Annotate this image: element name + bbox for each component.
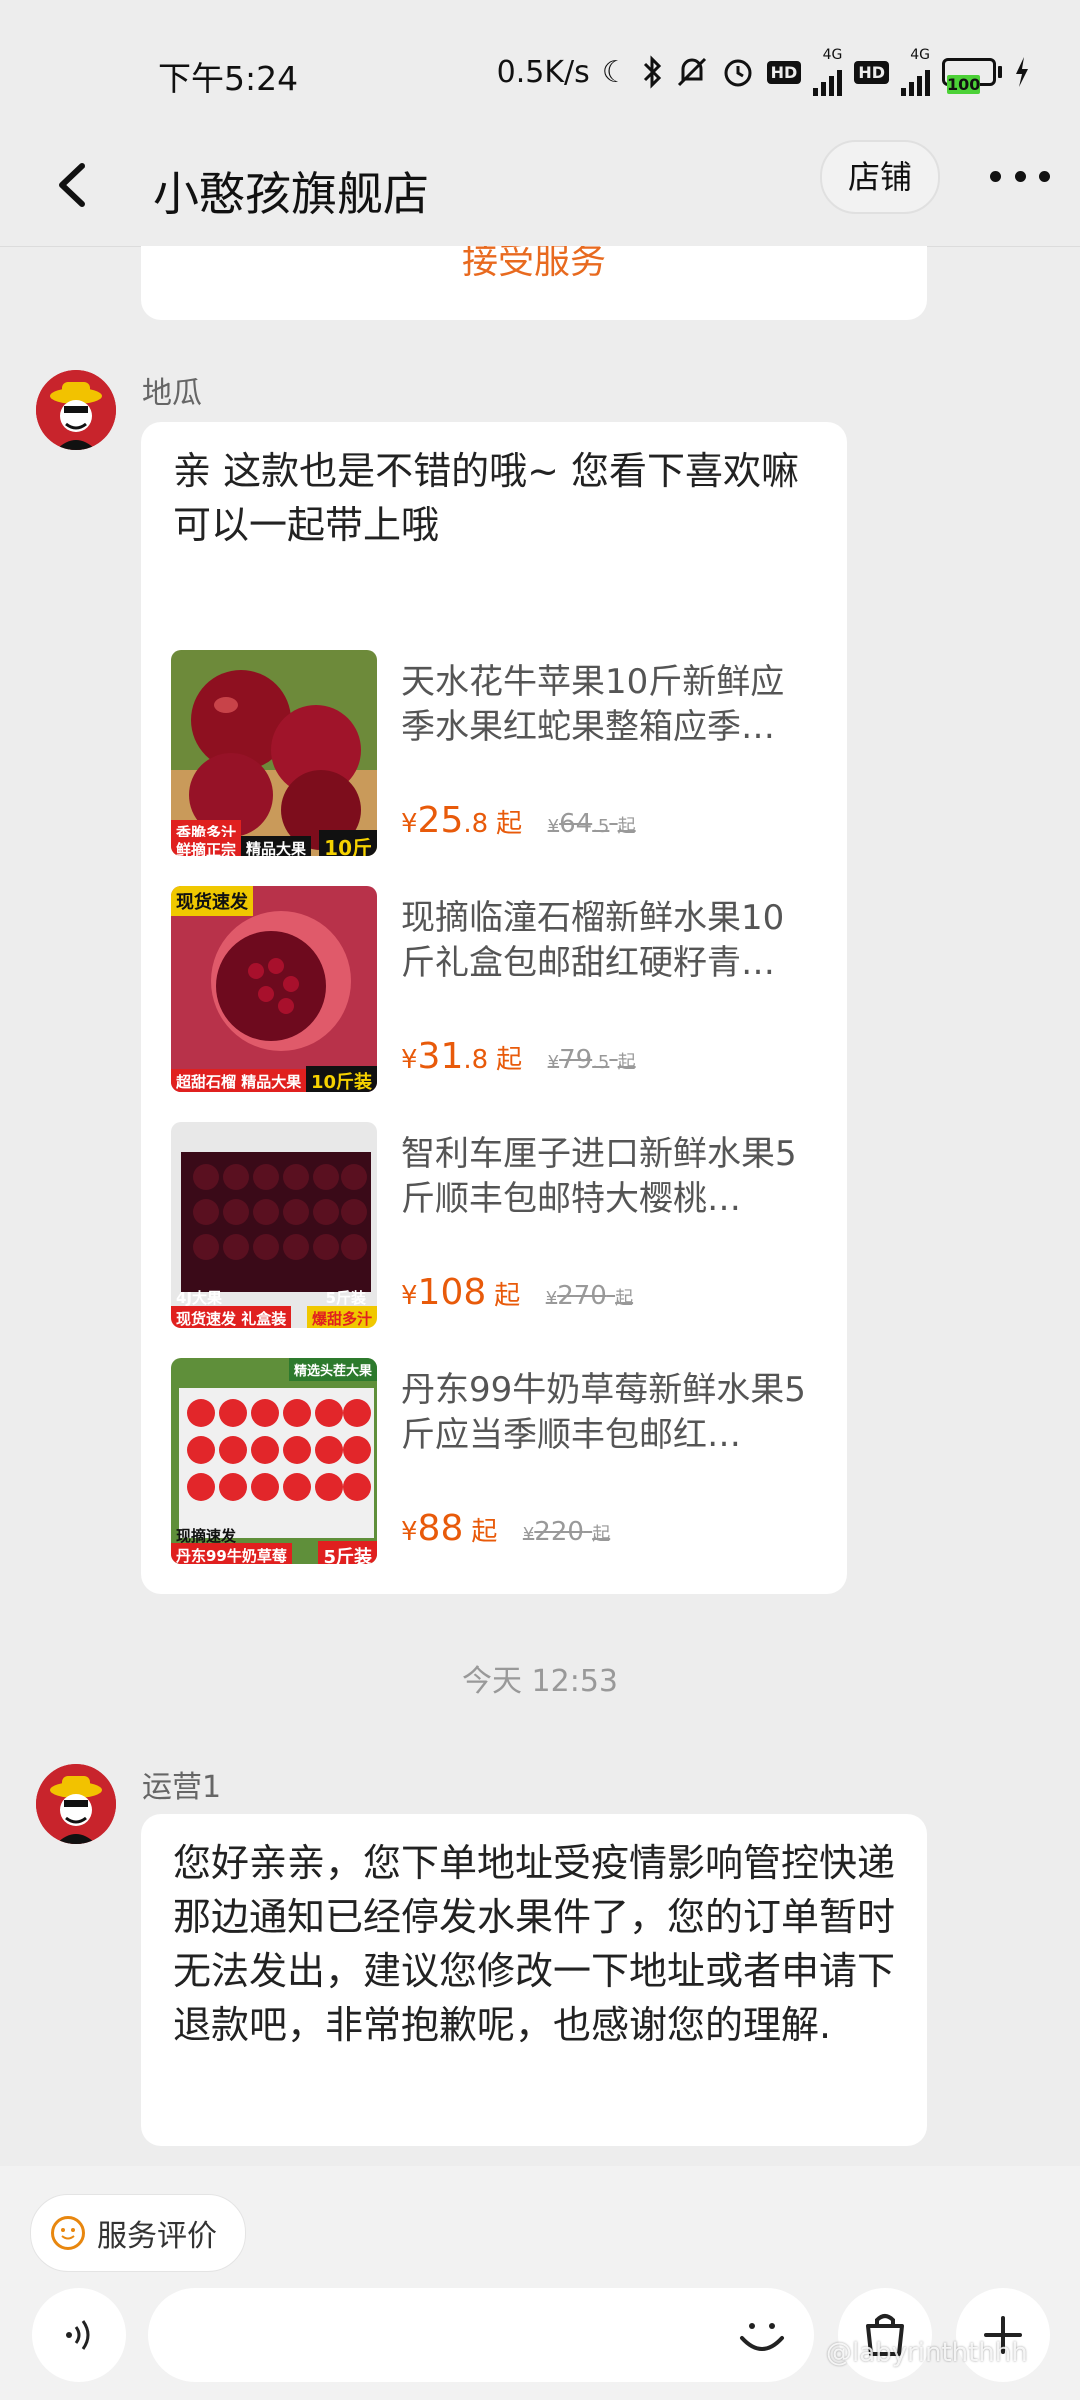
smile-icon [51, 2216, 85, 2250]
product-name: 智利车厘子进口新鲜水果5斤顺丰包邮特大樱桃… [401, 1134, 797, 1219]
chevron-left-icon [59, 163, 85, 207]
charging-icon [1014, 52, 1030, 92]
product-name: 天水花牛苹果10斤新鲜应季水果红蛇果整箱应季… [401, 662, 785, 747]
chat-area[interactable]: 接受服务 地瓜 亲 这款也是不错的哦~ 您看下喜欢嘛 可以一起带上哦 香脆多汁 … [0, 246, 1080, 2166]
service-rating-button[interactable]: 服务评价 [30, 2194, 246, 2272]
chat-header: 小憨孩旗舰店 店铺 [0, 130, 1080, 247]
product-price: ¥31.8 起 ¥79.5 起 [401, 1036, 636, 1077]
message-text: 您好亲亲，您下单地址受疫情影响管控快递那边通知已经停发水果件了，您的订单暂时无法… [173, 1841, 896, 2047]
store-button[interactable]: 店铺 [820, 140, 940, 214]
mascot-avatar-icon [36, 1764, 116, 1844]
mute-icon [675, 52, 709, 92]
signal-icon-2: 4G [901, 48, 930, 96]
original-price: ¥79.5 起 [547, 1045, 636, 1075]
mascot-avatar-icon [36, 370, 116, 450]
service-rating-label: 服务评价 [97, 2219, 217, 2254]
status-bar: 下午5:24 0.5K/s ☾ HD 4G HD 4G 100 [0, 0, 1080, 130]
moon-icon: ☾ [601, 54, 629, 90]
battery-icon: 100 [942, 58, 1002, 94]
original-price: ¥220 起 [522, 1517, 611, 1547]
avatar[interactable] [36, 370, 116, 450]
timestamp: 今天 12:53 [462, 1664, 618, 1699]
hd-badge: HD [766, 60, 802, 84]
accept-service-link[interactable]: 接受服务 [141, 246, 927, 284]
dot-icon [1039, 170, 1050, 182]
watermark: @labyrinththhh [826, 2338, 1028, 2368]
voice-icon [66, 2320, 90, 2350]
bluetooth-icon [641, 52, 663, 92]
product-image: 现货速发 超甜石榴 精品大果 10斤装 [171, 886, 377, 1092]
product-card[interactable]: 现货速发 超甜石榴 精品大果 10斤装 现摘临潼石榴新鲜水果10斤礼盒包邮甜红硬… [171, 886, 811, 1092]
product-price: ¥88 起 ¥220 起 [401, 1508, 611, 1549]
product-price: ¥25.8 起 ¥64.5 起 [401, 800, 636, 841]
more-menu-button[interactable] [990, 156, 1050, 196]
back-button[interactable] [40, 150, 110, 220]
product-image: 精选头茬大果 现摘速发 丹东99牛奶草莓 5斤装 [171, 1358, 377, 1564]
original-price: ¥270 起 [545, 1281, 634, 1311]
avatar[interactable] [36, 1764, 116, 1844]
hd-badge-2: HD [854, 60, 889, 84]
dot-icon [990, 170, 1001, 182]
signal-icon: 4G [813, 48, 843, 96]
product-card[interactable]: 4J大果 5斤装 现货速发 礼盒装 爆甜多汁 智利车厘子进口新鲜水果5斤顺丰包邮… [171, 1122, 811, 1328]
voice-input-button[interactable] [32, 2288, 126, 2382]
product-image: 香脆多汁 鲜摘正宗 精品大果 10斤 [171, 650, 377, 856]
product-name: 丹东99牛奶草莓新鲜水果5斤应当季顺丰包邮红… [401, 1370, 806, 1455]
emoji-icon [740, 2323, 784, 2351]
message-bubble: 亲 这款也是不错的哦~ 您看下喜欢嘛 可以一起带上哦 香脆多汁 鲜摘正宗 精品大… [141, 422, 847, 1594]
status-time: 下午5:24 [158, 59, 299, 98]
status-icons: 0.5K/s ☾ HD 4G HD 4G 100 [496, 48, 1030, 96]
product-card[interactable]: 精选头茬大果 现摘速发 丹东99牛奶草莓 5斤装 丹东99牛奶草莓新鲜水果5斤应… [171, 1358, 811, 1564]
product-image: 4J大果 5斤装 现货速发 礼盒装 爆甜多汁 [171, 1122, 377, 1328]
original-price: ¥64.5 起 [547, 809, 636, 839]
alarm-icon [721, 52, 755, 92]
page-title: 小憨孩旗舰店 [153, 167, 429, 221]
product-name: 现摘临潼石榴新鲜水果10斤礼盒包邮甜红硬籽青… [401, 898, 785, 983]
sender-name: 运营1 [142, 1770, 222, 1805]
dot-icon [1014, 170, 1026, 182]
message-text: 亲 这款也是不错的哦~ 您看下喜欢嘛 可以一起带上哦 [173, 449, 799, 547]
net-speed: 0.5K/s [496, 54, 590, 90]
message-input[interactable] [148, 2288, 814, 2382]
previous-service-card: 接受服务 [141, 246, 927, 320]
product-price: ¥108 起 ¥270 起 [401, 1272, 634, 1313]
product-card[interactable]: 香脆多汁 鲜摘正宗 精品大果 10斤 天水花牛苹果10斤新鲜应季水果红蛇果整箱应… [171, 650, 811, 856]
emoji-button[interactable] [730, 2304, 794, 2368]
sender-name: 地瓜 [142, 376, 202, 411]
message-bubble: 您好亲亲，您下单地址受疫情影响管控快递那边通知已经停发水果件了，您的订单暂时无法… [141, 1814, 927, 2146]
